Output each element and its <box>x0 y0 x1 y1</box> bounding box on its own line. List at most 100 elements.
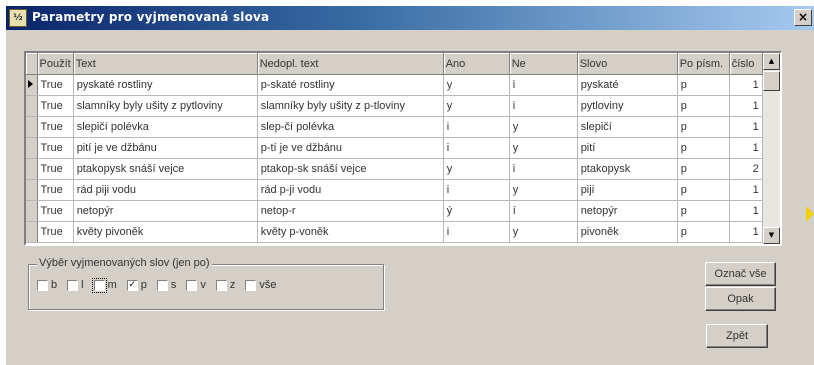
cell-text[interactable]: květy pivoněk <box>73 221 258 243</box>
cell-yes[interactable]: y <box>443 158 510 180</box>
column-header-letter[interactable]: Po písm. <box>677 53 730 75</box>
row-indicator[interactable] <box>26 200 38 222</box>
letter-checkbox-v[interactable]: v <box>186 279 206 291</box>
cell-use[interactable]: True <box>37 95 74 117</box>
cell-incomplete-text[interactable]: netop-r <box>257 200 444 222</box>
cell-incomplete-text[interactable]: p-tí je ve džbánu <box>257 137 444 159</box>
cell-no[interactable]: í <box>509 200 578 222</box>
cell-use[interactable]: True <box>37 221 74 243</box>
checkbox-box[interactable] <box>37 279 48 291</box>
cell-text[interactable]: pití je ve džbánu <box>73 137 258 159</box>
letter-checkbox-p[interactable]: ✓ p <box>126 279 147 291</box>
letter-checkbox-l[interactable]: l <box>67 279 84 291</box>
row-indicator[interactable] <box>26 74 38 96</box>
cell-number[interactable]: 1 <box>729 137 763 159</box>
close-button[interactable]: × <box>794 9 812 26</box>
cell-yes[interactable]: y <box>443 74 510 96</box>
cell-use[interactable]: True <box>37 200 74 222</box>
scroll-down-button[interactable]: ▼ <box>763 227 780 244</box>
words-grid[interactable]: Použít Text Nedopl. text Ano Ne Slovo Po… <box>24 51 782 246</box>
checkbox-box[interactable] <box>67 279 79 291</box>
cell-use[interactable]: True <box>37 179 74 201</box>
cell-text[interactable]: rád piji vodu <box>73 179 258 201</box>
cell-word[interactable]: pyskaté <box>577 74 678 96</box>
cell-letter[interactable]: p <box>677 116 730 138</box>
cell-letter[interactable]: p <box>677 74 730 96</box>
cell-word[interactable]: pytloviny <box>577 95 678 117</box>
cell-yes[interactable]: i <box>443 116 510 138</box>
cell-yes[interactable]: y <box>443 95 510 117</box>
row-indicator[interactable] <box>26 221 38 243</box>
checkbox-box[interactable] <box>91 277 107 293</box>
cell-word[interactable]: netopýr <box>577 200 678 222</box>
scroll-thumb[interactable] <box>763 71 780 91</box>
checkbox-box[interactable]: ✓ <box>126 279 138 291</box>
letter-checkbox-z[interactable]: z <box>215 279 235 291</box>
column-header-yes[interactable]: Ano <box>443 53 510 75</box>
table-row[interactable]: True pití je ve džbánu p-tí je ve džbánu i y… <box>26 137 763 159</box>
cell-letter[interactable]: p <box>677 221 730 243</box>
cell-number[interactable]: 2 <box>729 158 763 180</box>
cell-text[interactable]: netopýr <box>73 200 258 222</box>
cell-text[interactable]: ptakopysk snáší vejce <box>73 158 258 180</box>
vertical-scrollbar[interactable]: ▲ ▼ <box>763 53 780 244</box>
cell-number[interactable]: 1 <box>729 200 763 222</box>
cell-no[interactable]: y <box>509 137 578 159</box>
letter-checkbox-s[interactable]: s <box>156 279 176 291</box>
cell-no[interactable]: y <box>509 221 578 243</box>
column-header-use[interactable]: Použít <box>37 53 74 75</box>
cell-incomplete-text[interactable]: ptakop-sk snáší vejce <box>257 158 444 180</box>
cell-use[interactable]: True <box>37 158 74 180</box>
letter-checkbox-b[interactable]: b <box>37 279 57 291</box>
checkbox-box[interactable] <box>186 279 198 291</box>
cell-word[interactable]: pivoněk <box>577 221 678 243</box>
cell-letter[interactable]: p <box>677 137 730 159</box>
column-header-incomplete-text[interactable]: Nedopl. text <box>257 53 444 75</box>
row-indicator[interactable] <box>26 158 38 180</box>
cell-word[interactable]: ptakopysk <box>577 158 678 180</box>
cell-yes[interactable]: i <box>443 137 510 159</box>
cell-text[interactable]: slepičí polévka <box>73 116 258 138</box>
swap-button[interactable]: Opak <box>705 287 776 311</box>
table-row[interactable]: True pyskaté rostliny p-skaté rostliny y i py… <box>26 74 763 96</box>
column-header-word[interactable]: Slovo <box>577 53 678 75</box>
table-row[interactable]: True květy pivoněk květy p-voněk i y pivoněk p… <box>26 221 763 243</box>
cell-letter[interactable]: p <box>677 200 730 222</box>
column-header-number[interactable]: číslo <box>729 53 763 75</box>
cell-incomplete-text[interactable]: slamníky byly ušity z p-tloviny <box>257 95 444 117</box>
row-indicator[interactable] <box>26 137 38 159</box>
cell-no[interactable]: i <box>509 158 578 180</box>
cell-text[interactable]: slamníky byly ušity z pytloviny <box>73 95 258 117</box>
checkbox-box[interactable] <box>156 279 168 291</box>
cell-yes[interactable]: i <box>443 179 510 201</box>
row-indicator[interactable] <box>26 95 38 117</box>
table-row[interactable]: True slepičí polévka slep-čí polévka i y slep… <box>26 116 763 138</box>
cell-letter[interactable]: p <box>677 158 730 180</box>
cell-number[interactable]: 1 <box>729 116 763 138</box>
cell-yes[interactable]: i <box>443 221 510 243</box>
table-row[interactable]: True rád piji vodu rád p-ji vodu i y piji p 1 <box>26 179 763 201</box>
cell-letter[interactable]: p <box>677 179 730 201</box>
checkbox-box[interactable] <box>245 279 257 291</box>
mark-all-button[interactable]: Označ vše <box>705 262 776 286</box>
cell-letter[interactable]: p <box>677 95 730 117</box>
table-row[interactable]: True slamníky byly ušity z pytloviny slamn… <box>26 95 763 117</box>
checkbox-box[interactable] <box>215 279 227 291</box>
cell-incomplete-text[interactable]: slep-čí polévka <box>257 116 444 138</box>
cell-number[interactable]: 1 <box>729 221 763 243</box>
back-button[interactable]: Zpět <box>706 324 768 348</box>
cell-word[interactable]: pití <box>577 137 678 159</box>
cell-text[interactable]: pyskaté rostliny <box>73 74 258 96</box>
column-header-no[interactable]: Ne <box>509 53 578 75</box>
cell-no[interactable]: y <box>509 116 578 138</box>
cell-incomplete-text[interactable]: květy p-voněk <box>257 221 444 243</box>
scroll-up-button[interactable]: ▲ <box>763 53 780 70</box>
row-indicator[interactable] <box>26 179 38 201</box>
cell-number[interactable]: 1 <box>729 74 763 96</box>
cell-incomplete-text[interactable]: p-skaté rostliny <box>257 74 444 96</box>
cell-no[interactable]: y <box>509 179 578 201</box>
table-row[interactable]: True ptakopysk snáší vejce ptakop-sk snáší… <box>26 158 763 180</box>
cell-use[interactable]: True <box>37 116 74 138</box>
letter-checkbox-m[interactable]: m <box>91 277 117 293</box>
cell-word[interactable]: piji <box>577 179 678 201</box>
